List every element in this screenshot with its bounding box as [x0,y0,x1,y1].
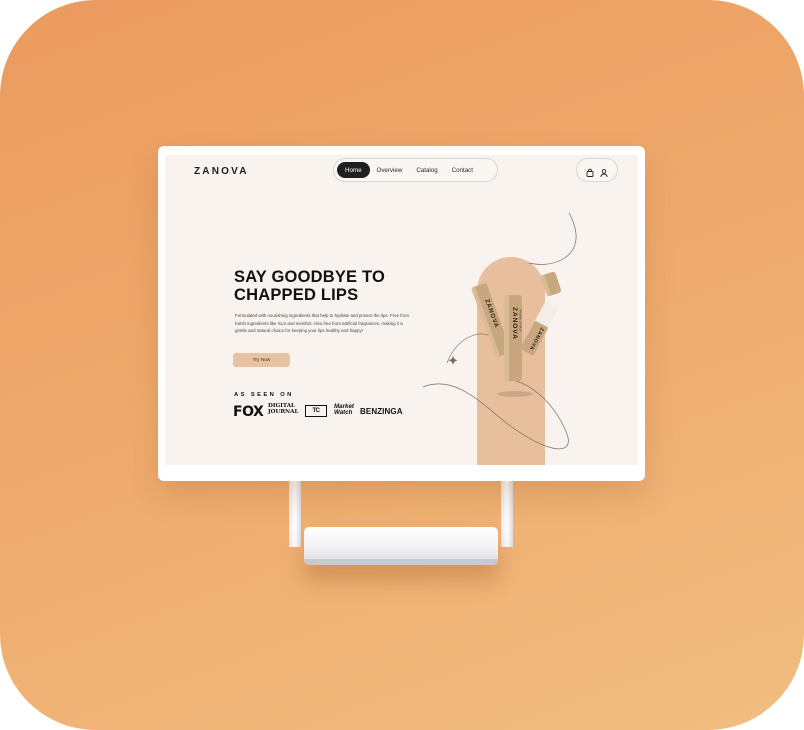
benzinga-logo: BENZINGA [360,407,403,416]
nav-home[interactable]: Home [337,162,370,178]
marketwatch-line-2: Watch [334,409,353,417]
hero-headline: SAY GOODBYE TO CHAPPED LIPS [234,268,434,304]
as-seen-on-label: AS SEEN ON [234,392,294,398]
sparkle-icon [448,356,458,365]
product-illustration: ZANOVA ZANOVA ORGANIC LIP BALM ZANOVA [422,213,577,465]
monitor-stand-base [304,527,498,565]
tube-center-subtitle: ORGANIC LIP BALM [519,309,522,332]
header-actions [576,158,618,182]
hero-headline-line-1: SAY GOODBYE TO [234,268,386,286]
tube-shadow [497,391,533,397]
hero-headline-line-2: CHAPPED LIPS [234,286,359,304]
background-card: ZANOVA Home Overview Catalog Contact SAY… [0,0,804,730]
nav-overview[interactable]: Overview [370,162,410,178]
monitor-stand-leg-left [289,481,301,547]
lip-balm-tube-center: ZANOVA ORGANIC LIP BALM [504,295,522,381]
techcrunch-logo: TC [305,405,327,417]
monitor-frame: ZANOVA Home Overview Catalog Contact SAY… [158,146,645,481]
user-icon[interactable] [599,165,609,178]
monitor-stand-leg-right [501,481,513,547]
fox-logo: FOX [233,404,264,420]
main-nav: Home Overview Catalog Contact [333,158,498,182]
hero-description: Formulated with nourishing ingredients t… [235,313,410,334]
nav-catalog[interactable]: Catalog [409,162,444,178]
decorative-curve-top [528,213,577,265]
nav-contact[interactable]: Contact [445,162,480,178]
website-screen: ZANOVA Home Overview Catalog Contact SAY… [165,155,638,465]
try-now-button[interactable]: Try Now [233,353,290,367]
digital-journal-line-2: JOURNAL [268,408,299,415]
tube-center-label: ZANOVA [511,307,518,340]
bag-icon[interactable] [585,165,595,177]
marketwatch-logo: Market Watch [334,403,354,417]
digital-journal-logo: DIGITAL JOURNAL [268,403,299,415]
site-logo[interactable]: ZANOVA [194,166,249,177]
